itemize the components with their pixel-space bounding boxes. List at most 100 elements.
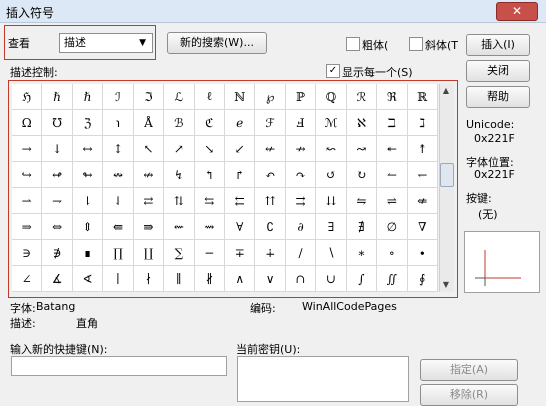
remove-button[interactable]: 移除(R) [420, 384, 518, 406]
symbol-cell[interactable]: ∔ [255, 240, 286, 266]
symbol-cell[interactable]: ∥ [164, 266, 195, 292]
symbol-cell[interactable]: ℒ [164, 84, 195, 110]
symbol-cell[interactable]: Ω [12, 110, 43, 136]
symbol-cell[interactable]: ↓ [42, 136, 73, 162]
symbol-cell[interactable]: ↜ [316, 136, 347, 162]
symbol-cell[interactable]: ∮ [407, 266, 438, 292]
symbol-cell[interactable]: ∢ [72, 266, 104, 292]
symbol-cell[interactable]: ℱ [255, 110, 286, 136]
symbol-cell[interactable]: ∤ [133, 266, 165, 292]
symbol-cell[interactable]: ⇅ [164, 188, 195, 214]
symbol-cell[interactable]: ℌ [12, 84, 43, 110]
symbol-cell[interactable]: ∡ [42, 266, 73, 292]
symbol-cell[interactable]: ℩ [103, 110, 134, 136]
symbol-cell[interactable]: ↬ [72, 162, 104, 188]
symbol-cell[interactable]: ∇ [407, 214, 438, 240]
symbol-cell[interactable]: ↭ [103, 162, 134, 188]
symbol-grid[interactable]: ℌℏ ℏ ℐ ℑ ℒℓ ℕ ℘ ℙ ℚ ℛ ℜ ℝ Ω ℧ ℨ ℩ Å ℬ ℭℯ ℱ Ⅎ ℳ ℵ ℶ ℷ → ↓ ↔ ↕ ↖ ↗ ↘ ↙ ↚ ↛ ↜ ↝… [12, 84, 438, 292]
symbol-cell[interactable]: ℏ [42, 84, 73, 110]
symbol-cell[interactable]: ↛ [285, 136, 317, 162]
symbol-cell[interactable]: ↶ [255, 162, 286, 188]
symbol-cell[interactable]: ⇃ [103, 188, 134, 214]
symbol-cell[interactable]: ⇒ [12, 214, 43, 240]
symbol-cell[interactable]: ∗ [346, 240, 378, 266]
symbol-cell[interactable]: ⇂ [72, 188, 104, 214]
symbol-cell[interactable]: ℨ [72, 110, 104, 136]
symbol-cell[interactable]: ↙ [225, 136, 256, 162]
view-select[interactable]: 描述 ▼ [59, 33, 153, 53]
symbol-cell[interactable]: ∠ [12, 266, 43, 292]
symbol-cell[interactable]: ⇋ [346, 188, 378, 214]
symbol-cell[interactable]: ∅ [377, 214, 408, 240]
symbol-cell[interactable]: ↻ [346, 162, 378, 188]
symbol-cell[interactable]: ↔ [72, 136, 104, 162]
grid-scrollbar[interactable] [439, 84, 454, 292]
symbol-cell[interactable]: ℑ [133, 84, 165, 110]
symbol-cell[interactable]: ⇁ [42, 188, 73, 214]
symbol-cell[interactable]: ∎ [72, 240, 104, 266]
symbol-cell[interactable]: ∏ [103, 240, 134, 266]
symbol-cell[interactable]: ↟ [407, 136, 438, 162]
symbol-cell[interactable]: ↞ [377, 136, 408, 162]
symbol-cell[interactable]: ⇍ [407, 188, 438, 214]
symbol-cell[interactable]: ∩ [285, 266, 317, 292]
symbol-cell[interactable]: ∋ [12, 240, 43, 266]
symbol-cell[interactable]: ℓ [194, 84, 225, 110]
symbol-cell[interactable]: ℷ [407, 110, 438, 136]
symbol-cell[interactable]: ∌ [42, 240, 73, 266]
symbol-cell[interactable]: ∦ [194, 266, 225, 292]
scroll-thumb[interactable] [440, 163, 454, 187]
italic-checkbox[interactable] [409, 37, 423, 51]
symbol-cell[interactable]: ↽ [407, 162, 438, 188]
symbol-cell[interactable]: ⇇ [225, 188, 256, 214]
scroll-down-icon[interactable]: ▼ [439, 278, 453, 292]
symbol-cell[interactable]: ∁ [255, 214, 286, 240]
help-button[interactable]: 帮助 [466, 86, 530, 108]
symbol-cell[interactable]: ∓ [225, 240, 256, 266]
bold-checkbox[interactable] [346, 37, 360, 51]
symbol-cell[interactable]: ↰ [194, 162, 225, 188]
symbol-cell[interactable]: ↮ [133, 162, 165, 188]
symbol-cell[interactable]: ℕ [225, 84, 256, 110]
symbol-cell[interactable]: ⇊ [316, 188, 347, 214]
symbol-cell[interactable]: ℶ [377, 110, 408, 136]
symbol-cell[interactable]: ∘ [377, 240, 408, 266]
symbol-cell[interactable]: ⇀ [12, 188, 43, 214]
scroll-up-icon[interactable]: ▲ [439, 84, 453, 98]
symbol-cell[interactable]: ∖ [316, 240, 347, 266]
close-button[interactable]: 关闭 [466, 60, 530, 82]
symbol-cell[interactable]: ℧ [42, 110, 73, 136]
new-shortcut-input[interactable] [11, 356, 227, 376]
symbol-cell[interactable]: ⇆ [194, 188, 225, 214]
symbol-cell[interactable]: ↕ [103, 136, 134, 162]
symbol-cell[interactable]: ℜ [377, 84, 408, 110]
symbol-cell[interactable]: ⇚ [103, 214, 134, 240]
symbol-cell[interactable]: ↯ [164, 162, 195, 188]
symbol-cell[interactable]: ↫ [42, 162, 73, 188]
symbol-cell[interactable]: ∕ [285, 240, 317, 266]
symbol-cell[interactable]: ∐ [133, 240, 165, 266]
symbol-cell[interactable]: − [194, 240, 225, 266]
symbol-cell[interactable]: ↱ [225, 162, 256, 188]
symbol-cell[interactable]: ∙ [407, 240, 438, 266]
assign-button[interactable]: 指定(A) [420, 359, 518, 381]
symbol-cell[interactable]: ⇉ [285, 188, 317, 214]
symbol-cell[interactable]: ∪ [316, 266, 347, 292]
symbol-cell[interactable]: ℝ [407, 84, 438, 110]
symbol-cell[interactable]: ⇈ [255, 188, 286, 214]
close-window-icon[interactable]: ✕ [496, 2, 538, 21]
symbol-cell[interactable]: ℯ [225, 110, 256, 136]
symbol-cell[interactable]: ∨ [255, 266, 286, 292]
symbol-cell[interactable]: ↚ [255, 136, 286, 162]
symbol-cell[interactable]: ↘ [194, 136, 225, 162]
symbol-cell[interactable]: ⇛ [133, 214, 165, 240]
symbol-cell[interactable]: ℏ [72, 84, 104, 110]
symbol-cell[interactable]: ⇜ [164, 214, 195, 240]
symbol-cell[interactable]: ∃ [316, 214, 347, 240]
symbol-cell[interactable]: ℚ [316, 84, 347, 110]
symbol-cell[interactable]: ↪ [12, 162, 43, 188]
symbol-cell[interactable]: ∣ [103, 266, 134, 292]
new-search-button[interactable]: 新的搜索(W)... [167, 32, 267, 54]
symbol-cell[interactable]: ℭ [194, 110, 225, 136]
symbol-cell[interactable]: ⇔ [42, 214, 73, 240]
